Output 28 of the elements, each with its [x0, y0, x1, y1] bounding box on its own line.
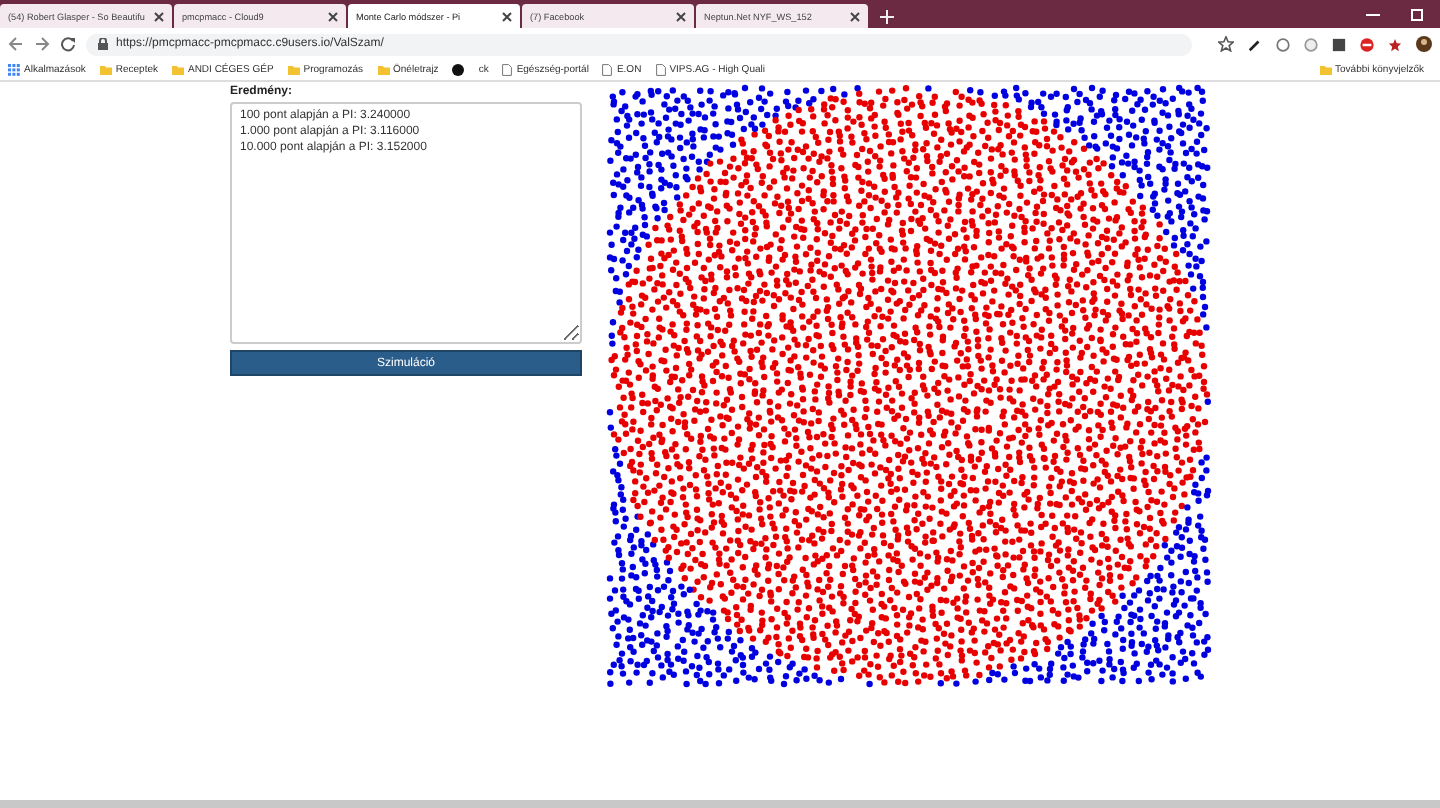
circle-icon[interactable]	[452, 64, 465, 76]
folder-icon	[1319, 64, 1332, 76]
plus-icon[interactable]	[880, 10, 894, 24]
star-icon[interactable]	[1218, 36, 1234, 52]
close-icon[interactable]	[850, 11, 860, 21]
page-icon	[655, 64, 666, 76]
folder-icon	[171, 64, 184, 76]
forward-icon[interactable]	[34, 36, 50, 52]
close-icon[interactable]	[676, 11, 686, 21]
back-icon[interactable]	[8, 36, 24, 52]
lock-icon	[98, 38, 108, 50]
apps-icon	[8, 64, 20, 76]
folder-icon	[377, 64, 390, 76]
folder-icon	[287, 64, 300, 76]
star-icon[interactable]	[1388, 37, 1402, 51]
minimize-icon[interactable]	[1366, 8, 1380, 22]
avatar-icon[interactable]	[1416, 36, 1432, 52]
page-icon	[602, 64, 613, 76]
close-icon[interactable]	[502, 11, 512, 21]
close-icon[interactable]	[328, 11, 338, 21]
stop-icon[interactable]	[1360, 37, 1374, 51]
maximize-icon[interactable]	[1410, 8, 1424, 22]
close-icon[interactable]	[154, 11, 164, 21]
reload-icon[interactable]	[60, 36, 76, 52]
folder-icon	[99, 64, 112, 76]
scrollbar[interactable]	[0, 800, 1440, 808]
page-icon	[502, 64, 513, 76]
square-icon[interactable]	[1332, 37, 1346, 51]
